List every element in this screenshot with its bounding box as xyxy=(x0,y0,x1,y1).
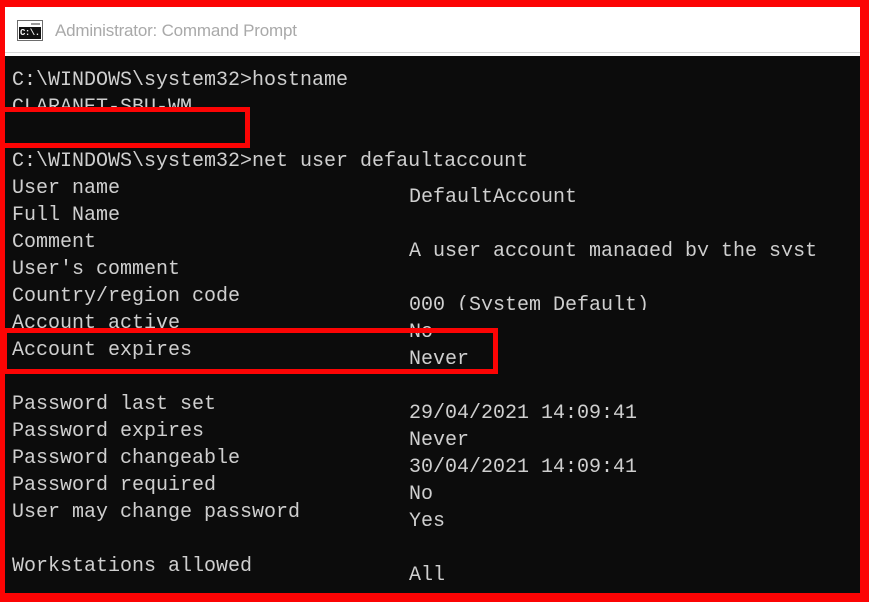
console-row-label: Account active xyxy=(12,312,181,335)
console-row-value: 30/04/2021 14:09:41 xyxy=(409,456,638,472)
console-row: Comment A user account managed by the sys… xyxy=(5,229,860,256)
console-row: User's comment xyxy=(5,256,860,283)
console-row-value: 000 (System Default) xyxy=(409,294,650,310)
annotation-frame-bottom xyxy=(0,593,869,602)
console-row-value: No xyxy=(409,321,434,337)
console-line: C:\WINDOWS\system32>hostname xyxy=(12,69,349,92)
console-row-label: Password changeable xyxy=(12,447,241,470)
console-row: Password last set 29/04/2021 14:09:41 xyxy=(5,391,860,418)
command-prompt-icon-glyph: C:\. xyxy=(19,27,41,39)
console-row-label: Full Name xyxy=(12,204,121,227)
console-row-label: User name xyxy=(12,177,121,200)
console-row-label: Password required xyxy=(12,474,217,497)
console-row-label: Account expires xyxy=(12,339,193,362)
console-row: Password expires Never xyxy=(5,418,860,445)
console-row: Workstations allowed All xyxy=(5,553,860,580)
window-title-text: Administrator: Command Prompt xyxy=(55,20,297,40)
console-row: Country/region code 000 (System Default) xyxy=(5,283,860,310)
console-line: CLARANET-SBU-WM xyxy=(12,96,193,119)
console-row-label: User's comment xyxy=(12,258,181,281)
console-row-label: Workstations allowed xyxy=(12,555,253,578)
window-titlebar[interactable]: C:\. Administrator: Command Prompt xyxy=(5,9,860,53)
console-row-label: Password expires xyxy=(12,420,205,443)
console-row: User may change password Yes xyxy=(5,499,860,526)
console-row: Password changeable 30/04/2021 14:09:41 xyxy=(5,445,860,472)
console-row: User name DefaultAccount xyxy=(5,175,860,202)
background-window-sliver: · ··· ··· ·· ·· · · ·· · ·· · xyxy=(0,0,869,9)
console-row-label: Comment xyxy=(12,231,97,254)
console-row-label: Password last set xyxy=(12,393,217,416)
annotation-frame-right xyxy=(860,0,869,602)
console-row-value: Never xyxy=(409,429,470,445)
console-row: Password required No xyxy=(5,472,860,499)
console-line: C:\WINDOWS\system32>net user defaultacco… xyxy=(12,150,529,173)
console-row-value: Yes xyxy=(409,510,446,526)
console-row-value: No xyxy=(409,483,434,499)
console-row: Account expires Never xyxy=(5,337,860,364)
console-row-label: Country/region code xyxy=(12,285,241,308)
console-row: Full Name xyxy=(5,202,860,229)
console-row-label: User may change password xyxy=(12,501,301,524)
console-row: Account active No xyxy=(5,310,860,337)
screenshot-root: · ··· ··· ·· ·· · · ·· · ·· · C:\. Admin… xyxy=(0,0,869,602)
console-output-area[interactable]: C:\WINDOWS\system32>hostname CLARANET-SBU… xyxy=(5,56,860,593)
console-row-value: A user account managed by the syst xyxy=(409,240,818,256)
console-line-list: C:\WINDOWS\system32>hostname CLARANET-SBU… xyxy=(5,67,860,580)
console-row-value: Never xyxy=(409,348,470,364)
console-row-value: 29/04/2021 14:09:41 xyxy=(409,402,638,418)
background-window-ghost-text: · ··· ··· ·· ·· · · ·· · ·· · xyxy=(90,0,365,6)
command-prompt-icon: C:\. xyxy=(17,20,43,41)
console-row-value: All xyxy=(409,564,446,580)
console-row-value: DefaultAccount xyxy=(409,186,578,202)
